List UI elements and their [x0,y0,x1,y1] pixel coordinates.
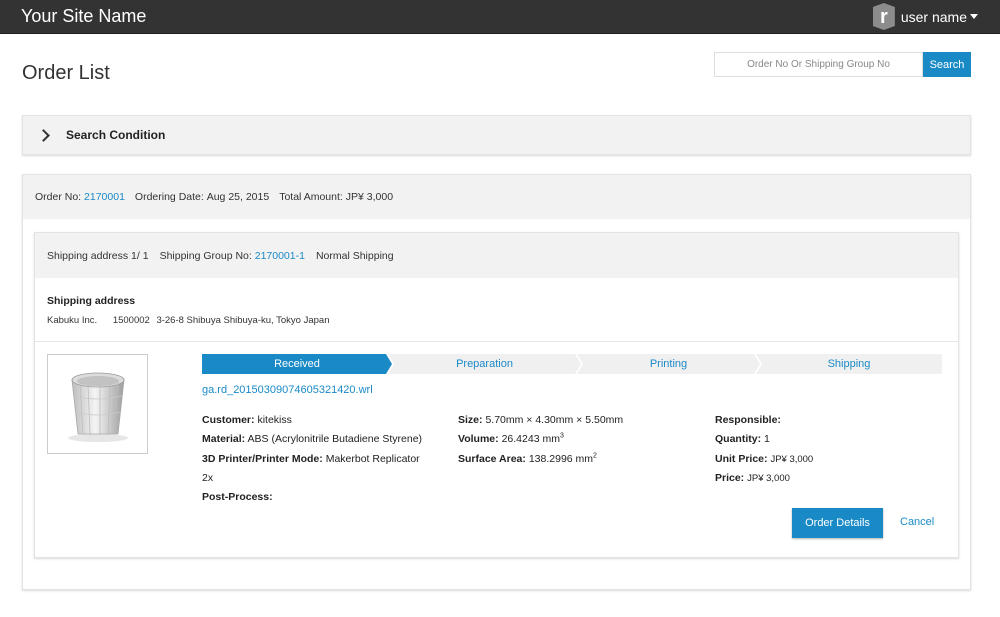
unit-price-label: Unit Price: [715,452,768,465]
search-box: Search [714,52,971,77]
order-details-button[interactable]: Order Details [792,508,883,538]
postal-code: 1500002 [112,315,150,326]
cancel-link[interactable]: Cancel [900,516,934,528]
shipping-address-block: Shipping address Kabuku Inc. 1500002 3-2… [35,278,958,342]
shipping-address-line: Kabuku Inc. 1500002 3-26-8 Shibuya Shibu… [47,315,946,326]
cup-model-image [67,372,128,442]
shipping-group-label: Shipping Group No: [159,249,252,262]
shipping-method: Normal Shipping [315,249,394,262]
total-amount-label: Total Amount: [279,191,343,203]
order-summary: Order No: 2170001 Ordering Date: Aug 25,… [23,175,970,219]
site-name[interactable]: Your Site Name [21,6,146,27]
caret-down-icon [970,14,978,19]
step-preparation[interactable]: Preparation [388,354,581,374]
customer-label: Customer: [202,414,255,426]
order-card: Order No: 2170001 Ordering Date: Aug 25,… [22,174,971,590]
printer-value-cont: 2x [202,471,214,484]
step-printing[interactable]: Printing [577,354,760,374]
shipping-group-link[interactable]: 2170001-1 [255,250,305,262]
printer-value: Makerbot Replicator [325,452,420,465]
step-shipping[interactable]: Shipping [756,354,942,374]
price-label: Price: [715,471,745,484]
address-text: 3-26-8 Shibuya Shibuya-ku, Tokyo Japan [156,315,330,326]
product-thumbnail[interactable] [47,354,148,454]
order-item: Received Preparation Printing Shipping g… [35,342,958,557]
user-menu[interactable]: r user name [872,3,978,30]
order-no-link[interactable]: 2170001 [84,191,125,203]
volume-label: Volume: [458,433,499,446]
page-title: Order List [22,62,110,84]
material-label: Material: [202,433,246,446]
shipping-address-counter: Shipping address 1/ 1 [47,249,149,262]
shipping-address-title: Shipping address [47,295,136,307]
recipient-name: Kabuku Inc. [47,315,98,326]
unit-price-value: JP¥ 3,000 [770,453,814,465]
volume-exponent: 3 [559,432,564,440]
post-process-label: Post-Process: [202,491,273,504]
ordering-date-label: Ordering Date: [134,191,204,203]
order-no-label: Order No: [35,191,82,203]
size-value: 5.70mm × 4.30mm × 5.50mm [485,414,624,426]
shipping-card: Shipping address 1/ 1 Shipping Group No:… [34,232,959,558]
item-details-col1: Customer: kitekiss Material: ABS (Acrylo… [202,411,422,507]
model-file-link[interactable]: ga.rd_20150309074605321420.wrl [202,384,373,396]
printer-label: 3D Printer/Printer Mode: [202,452,323,465]
responsible-label: Responsible: [715,414,781,426]
status-progress: Received Preparation Printing Shipping [202,354,946,374]
price-value: JP¥ 3,000 [747,472,790,484]
user-logo-icon: r [872,3,895,30]
total-amount: JP¥ 3,000 [345,191,394,203]
item-details-col2: Size: 5.70mm × 4.30mm × 5.50mm Volume: 2… [458,411,623,469]
customer-value: kitekiss [257,414,292,426]
surface-area-label: Surface Area: [458,452,526,465]
search-condition-label: Search Condition [66,128,166,142]
material-value: ABS (Acrylonitrile Butadiene Styrene) [247,433,423,446]
top-navbar: Your Site Name r user name [0,0,1000,34]
shipping-header: Shipping address 1/ 1 Shipping Group No:… [35,233,958,278]
page-header: Order List Search [0,34,1000,114]
quantity-value: 1 [764,433,770,446]
surface-area-exponent: 2 [593,452,597,460]
search-input[interactable] [714,52,923,77]
search-condition-toggle[interactable]: Search Condition [22,115,971,155]
size-label: Size: [458,414,483,426]
volume-value: 26.4243 mm [501,433,560,446]
item-details-col3: Responsible: Quantity: 1 Unit Price: JP¥… [715,411,813,488]
surface-area-value: 138.2996 mm [528,452,594,465]
user-name: user name [900,8,967,25]
ordering-date: Aug 25, 2015 [206,191,270,203]
step-received[interactable]: Received [202,354,392,374]
search-button[interactable]: Search [923,52,971,77]
quantity-label: Quantity: [715,433,762,446]
chevron-right-icon [37,128,50,142]
